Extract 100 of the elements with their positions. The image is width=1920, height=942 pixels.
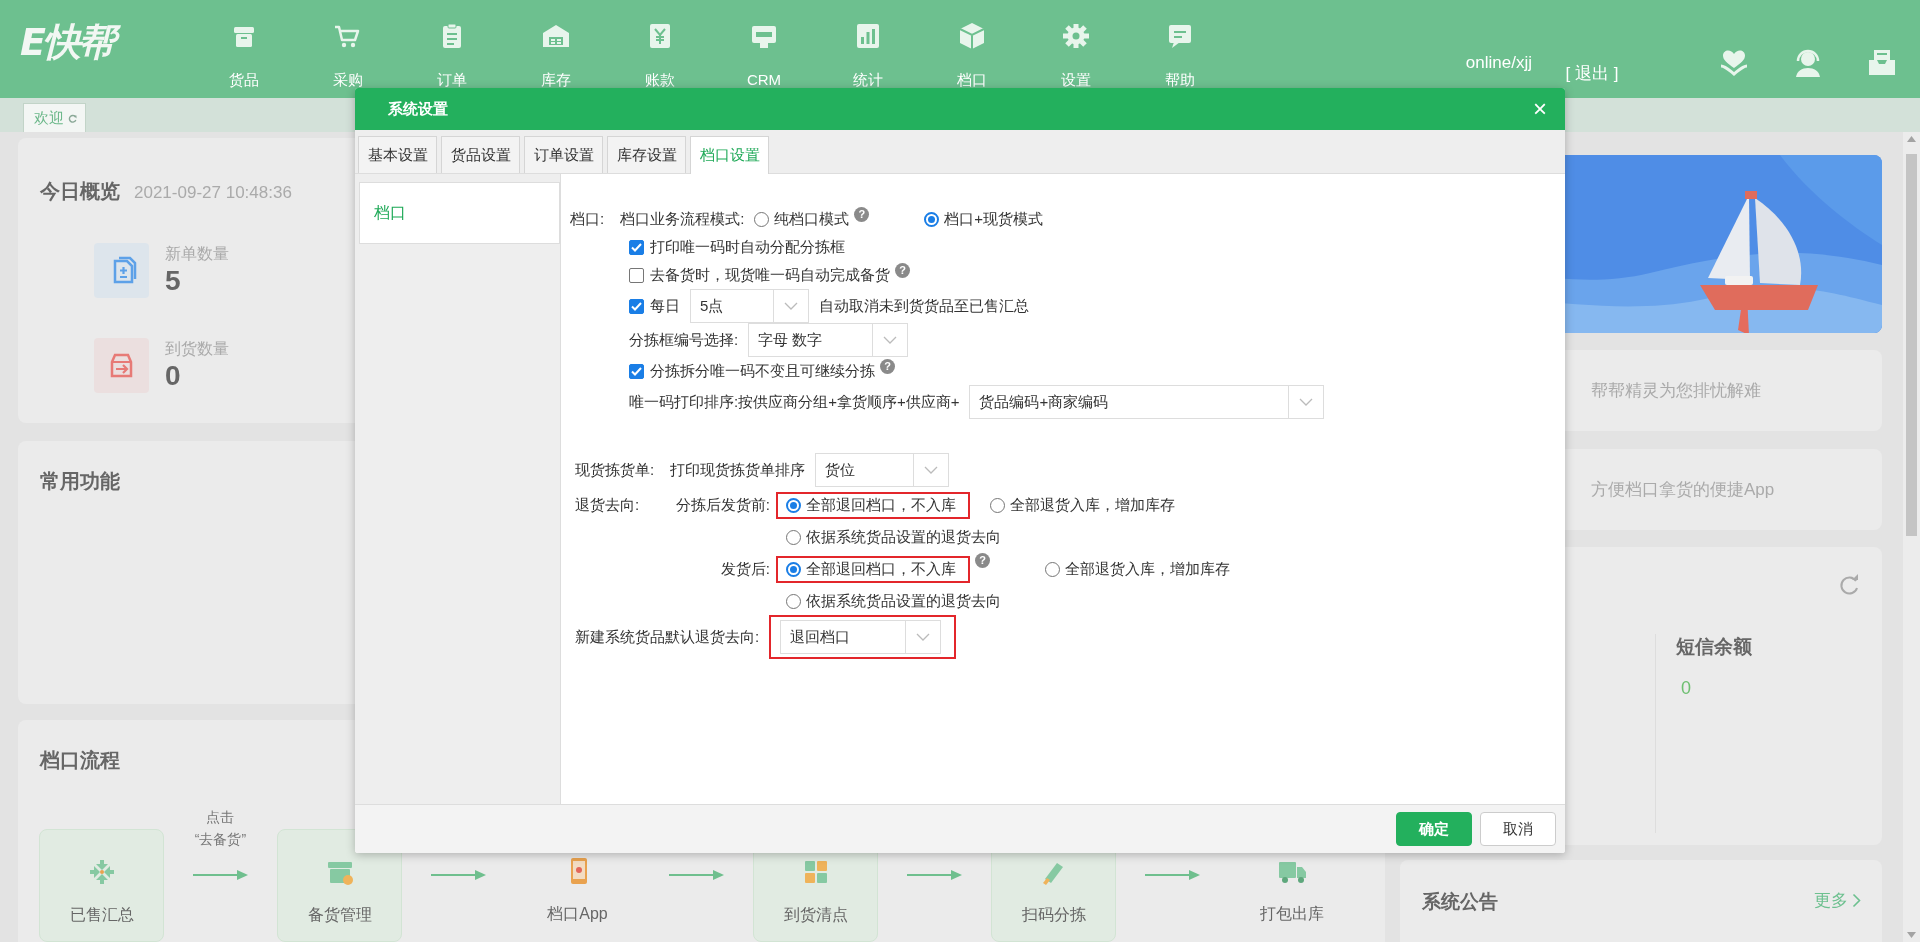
step-label: 备货管理 (307, 905, 372, 925)
checkbox[interactable] (629, 267, 644, 283)
promo-text: 帮帮精灵为您排忧解难 (1591, 380, 1761, 402)
page-tab[interactable]: 欢迎 (23, 103, 86, 132)
help-icon[interactable]: ? (895, 263, 910, 278)
nav-item[interactable]: 统计 (816, 0, 920, 88)
flow-step[interactable]: 备货管理 (277, 829, 402, 942)
confirm-button[interactable]: 确定 (1396, 812, 1472, 846)
field-label: 打印现货拣货单排序 (670, 460, 806, 480)
step-label: 已售汇总 (69, 905, 134, 925)
timestamp: 2021-09-27 10:48:36 (134, 183, 292, 203)
radio-label: 纯档口模式 (774, 209, 850, 229)
help-icon[interactable]: ? (854, 207, 870, 222)
stat-value: 5 (165, 265, 182, 297)
nav-item[interactable]: 订单 (400, 0, 504, 88)
radio-button[interactable] (990, 497, 1005, 513)
settings-tab[interactable]: 基本设置 (358, 136, 437, 173)
radio-button[interactable] (1045, 561, 1060, 577)
dialog-title: 系统设置 (388, 99, 448, 119)
step-label[interactable]: 档口App (547, 904, 608, 925)
checkbox-label: 每日 (650, 296, 680, 316)
flow-arrow (668, 869, 725, 881)
nav-item[interactable]: 采购 (296, 0, 400, 88)
checkbox[interactable] (629, 298, 644, 314)
radio-label: 档口+现货模式 (944, 209, 1044, 229)
scroll-down-icon (1907, 932, 1916, 938)
field-label: 发货后: (719, 559, 770, 579)
flow-arrow (1144, 869, 1201, 881)
flow-hint: “去备货” (194, 830, 247, 849)
flow-hint: 点击 (206, 808, 235, 827)
dropdown[interactable]: 货位 (815, 453, 950, 487)
settings-tab[interactable]: 货品设置 (441, 136, 520, 173)
settings-tab[interactable]: 档口设置 (690, 136, 769, 174)
more-link[interactable]: 更多 (1814, 889, 1861, 912)
document-icon (94, 243, 149, 298)
settings-tab[interactable]: 库存设置 (607, 136, 686, 173)
refresh-icon[interactable] (1838, 574, 1860, 596)
radio-button[interactable] (786, 529, 801, 545)
card-title: 系统公告 (1422, 890, 1498, 914)
radio-label: 全部退回档口，不入库 (806, 559, 956, 579)
logo: E快帮 (20, 20, 170, 64)
field-label: 分拣框编号选择: (629, 330, 739, 350)
checkbox-label: 分拣拆分唯一码不变且可继续分拣 (650, 361, 875, 381)
radio-button[interactable] (786, 593, 801, 609)
radio-label: 依据系统货品设置的退货去向 (806, 591, 1001, 611)
dropdown[interactable]: 退回档口 (780, 620, 942, 654)
radio-button[interactable] (786, 561, 801, 577)
dropdown[interactable]: 货品编码+商家编码 (969, 385, 1325, 419)
card-title: 常用功能 (40, 470, 120, 492)
nav-item[interactable]: 货品 (192, 0, 296, 88)
field-label: 自动取消未到货货品至已售汇总 (819, 296, 1029, 316)
radio-button[interactable] (754, 211, 770, 227)
radio-label: 全部退回档口，不入库 (806, 495, 956, 515)
chevron-down-icon (1299, 398, 1314, 406)
close-button[interactable]: × (1533, 97, 1547, 121)
radio-button[interactable] (924, 211, 940, 227)
field-label: 唯一码打印排序:按供应商分组+拿货顺序+供应商+ (629, 392, 960, 412)
field-label: 档口业务流程模式: (620, 209, 745, 229)
nav-item[interactable]: 档口 (920, 0, 1024, 88)
checkbox-label: 去备货时，现货唯一码自动完成备货 (650, 265, 890, 285)
chevron-down-icon (784, 302, 798, 310)
side-nav-item[interactable]: 档口 (359, 182, 560, 244)
promo-text: 方便档口拿货的便捷App (1591, 479, 1775, 501)
step-label: 扫码分拣 (1021, 905, 1086, 925)
nav-item[interactable]: 帮助 (1128, 0, 1232, 88)
nav-item[interactable]: 账款 (608, 0, 712, 88)
chevron-right-icon (1852, 893, 1861, 908)
sms-title: 短信余额 (1676, 635, 1753, 659)
settings-tab[interactable]: 订单设置 (524, 136, 603, 173)
nav-item[interactable]: 设置 (1024, 0, 1128, 88)
checkbox-label: 打印唯一码时自动分配分拣框 (650, 237, 845, 257)
scroll-thumb[interactable] (1906, 154, 1917, 536)
nav-item[interactable]: CRM (712, 0, 816, 88)
card-title: 档口流程 (40, 749, 120, 771)
cancel-button[interactable]: 取消 (1480, 812, 1556, 846)
checkbox[interactable] (629, 363, 644, 379)
logout-link[interactable]: [ 退出 ] (1540, 44, 1644, 82)
stat-label: 新单数量 (165, 244, 229, 264)
checkbox[interactable] (629, 239, 644, 255)
scroll-up-icon (1907, 136, 1916, 142)
step-label: 到货清点 (783, 905, 848, 925)
dropdown[interactable]: 字母 数字 (748, 323, 909, 357)
radio-label: 全部退货入库，增加库存 (1010, 495, 1175, 515)
stat-label: 到货数量 (165, 339, 229, 359)
radio-button[interactable] (786, 497, 801, 513)
field-label: 现货拣货单: (575, 460, 655, 480)
user-name: online/xjj (1465, 53, 1532, 73)
nav-item[interactable]: 库存 (504, 0, 608, 88)
field-label: 退货去向: (575, 495, 641, 515)
flow-step[interactable]: 已售汇总 (39, 829, 164, 942)
help-icon[interactable]: ? (975, 553, 990, 568)
settings-icon (1060, 21, 1092, 51)
help-icon[interactable]: ? (880, 359, 895, 374)
flow-arrow (192, 869, 249, 881)
step-label[interactable]: 打包出库 (1259, 904, 1324, 925)
radio-label: 依据系统货品设置的退货去向 (806, 527, 1001, 547)
refresh-icon (68, 113, 77, 123)
stat-value: 0 (165, 360, 182, 392)
dropdown[interactable]: 5点 (690, 289, 809, 323)
chevron-down-icon (916, 633, 931, 641)
